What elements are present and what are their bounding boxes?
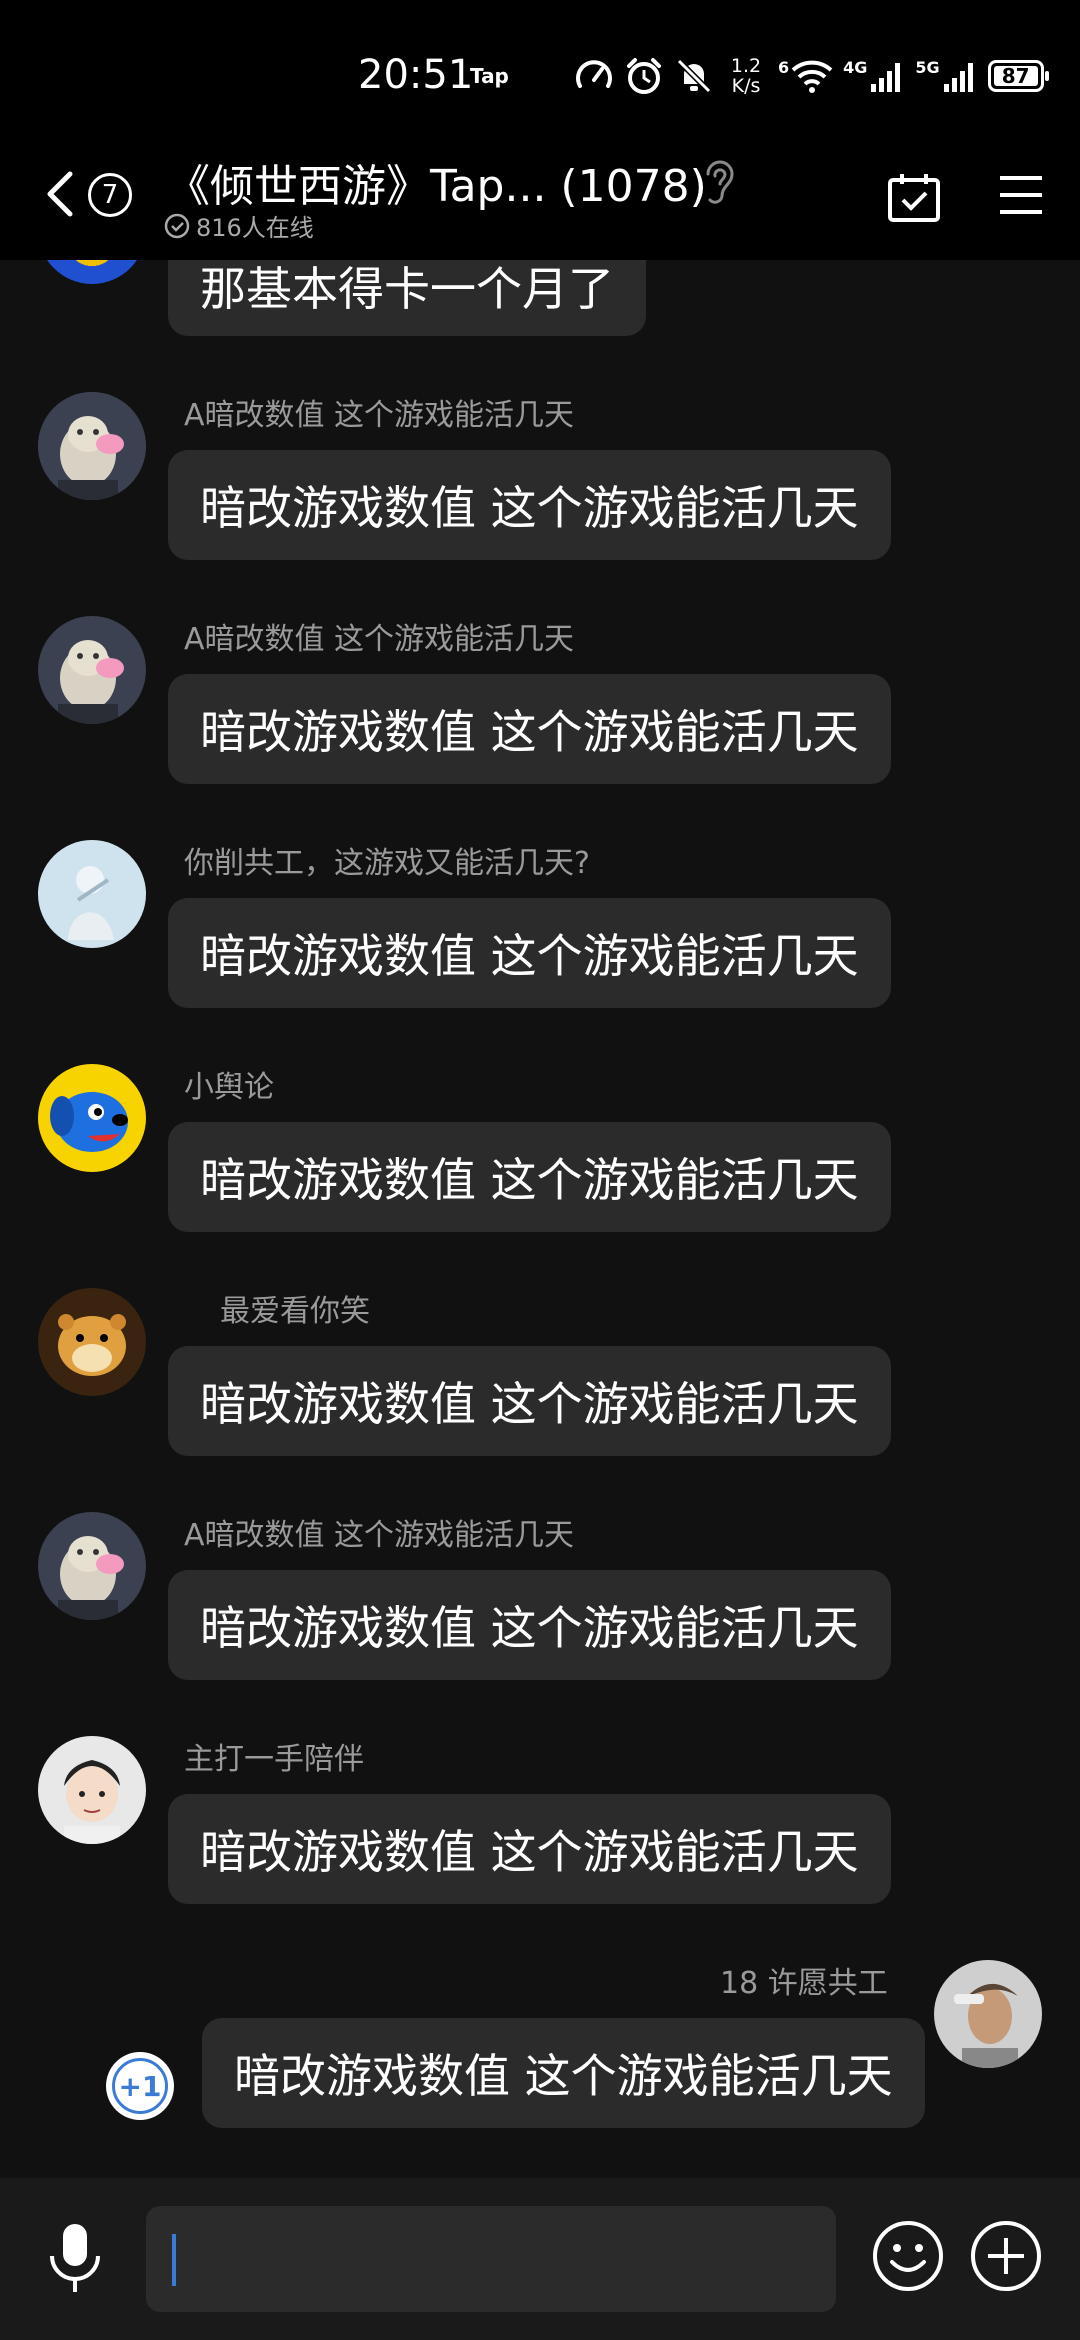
speedometer-icon: [576, 60, 612, 88]
avatar[interactable]: [38, 1288, 146, 1396]
message-bubble[interactable]: 暗改游戏数值 这个游戏能活几天: [202, 2018, 925, 2128]
emoji-icon[interactable]: [870, 2218, 946, 2294]
plus-one-label: +1: [112, 2058, 168, 2114]
message-bubble[interactable]: 暗改游戏数值 这个游戏能活几天: [168, 1570, 891, 1680]
tap-app-tag: Tap: [470, 64, 509, 88]
status-time: 20:51: [358, 52, 474, 98]
cat-avatar-image: [38, 1512, 146, 1620]
sender-name: 最爱看你笑: [220, 1294, 370, 1329]
input-bar: [0, 2178, 1080, 2340]
net-speed: 1.2 K/s: [724, 56, 768, 96]
online-status: 816人在线: [164, 208, 314, 243]
unread-count-badge[interactable]: 7: [88, 173, 132, 217]
avatar[interactable]: [38, 392, 146, 500]
net-speed-unit: K/s: [731, 75, 761, 97]
plus-one-button[interactable]: +1: [106, 2052, 174, 2120]
battery-indicator: 87: [987, 60, 1049, 92]
ear-icon[interactable]: [700, 154, 740, 210]
group-title[interactable]: 《倾世西游》Tap... (1078): [166, 150, 707, 214]
plus-circle-icon[interactable]: [968, 2218, 1044, 2294]
chat-header: 7 《倾世西游》Tap... (1078) 816人在线: [0, 140, 1080, 260]
sender-name: 18 许愿共工: [720, 1966, 888, 2001]
avatar[interactable]: [38, 260, 146, 284]
sender-name: 主打一手陪伴: [184, 1742, 364, 1777]
sender-name: A暗改数值 这个游戏能活几天: [184, 622, 575, 657]
sender-name: A暗改数值 这个游戏能活几天: [184, 398, 575, 433]
avatar[interactable]: [38, 1064, 146, 1172]
microphone-icon[interactable]: [40, 2218, 110, 2298]
alarm-icon: [627, 58, 661, 94]
sender-name: 你削共工，这游戏又能活几天?: [184, 846, 590, 881]
message-bubble[interactable]: 暗改游戏数值 这个游戏能活几天: [168, 1794, 891, 1904]
person-avatar-image: [38, 840, 146, 948]
signal-icon: [943, 63, 973, 92]
message-input[interactable]: [146, 2206, 836, 2312]
status-bar: 20:51 Tap 1.2 K/s 6 4G 5G 87: [0, 0, 1080, 140]
back-icon[interactable]: [36, 164, 86, 224]
message-bubble[interactable]: 暗改游戏数值 这个游戏能活几天: [168, 898, 891, 1008]
avatar[interactable]: [38, 616, 146, 724]
online-count: 816人在线: [196, 214, 314, 242]
menu-icon[interactable]: [996, 170, 1046, 220]
avatar[interactable]: [934, 1960, 1042, 2068]
message-bubble[interactable]: 那基本得卡一个月了: [168, 260, 646, 336]
status-icons: 1.2 K/s 6 4G 5G 87: [574, 52, 1049, 100]
cat-avatar-image: [38, 616, 146, 724]
chat-screen: 20:51 Tap 1.2 K/s 6 4G 5G 87 7 《倾世西游》Tap…: [0, 0, 1080, 2340]
wifi-tag: 6: [778, 57, 790, 77]
wifi-icon: [791, 60, 833, 93]
hamster-avatar-image: [38, 1288, 146, 1396]
message-bubble[interactable]: 暗改游戏数值 这个游戏能活几天: [168, 1346, 891, 1456]
battery-level: 87: [1001, 64, 1030, 88]
text-cursor: [172, 2234, 176, 2286]
dog-avatar-image: [38, 1064, 146, 1172]
person-avatar-image: [934, 1960, 1042, 2068]
cartoon-avatar-image: [38, 1736, 146, 1844]
cat-avatar-image: [38, 392, 146, 500]
message-bubble[interactable]: 暗改游戏数值 这个游戏能活几天: [168, 1122, 891, 1232]
sender-name: A暗改数值 这个游戏能活几天: [184, 1518, 575, 1553]
sender-name: 小舆论: [184, 1070, 274, 1105]
signal1-tag: 4G: [843, 57, 868, 77]
mute-bell-icon: [676, 58, 712, 94]
avatar[interactable]: [38, 1512, 146, 1620]
net-speed-value: 1.2: [730, 55, 762, 77]
avatar[interactable]: [38, 840, 146, 948]
calendar-check-icon[interactable]: [884, 168, 944, 228]
online-check-icon: [164, 213, 190, 238]
message-bubble[interactable]: 暗改游戏数值 这个游戏能活几天: [168, 674, 891, 784]
message-list[interactable]: 那基本得卡一个月了 A暗改数值 这个游戏能活几天 暗改游戏数值 这个游戏能活几天…: [0, 260, 1080, 2178]
signal-icon: [871, 63, 901, 92]
avatar[interactable]: [38, 1736, 146, 1844]
signal2-tag: 5G: [915, 57, 940, 77]
message-bubble[interactable]: 暗改游戏数值 这个游戏能活几天: [168, 450, 891, 560]
